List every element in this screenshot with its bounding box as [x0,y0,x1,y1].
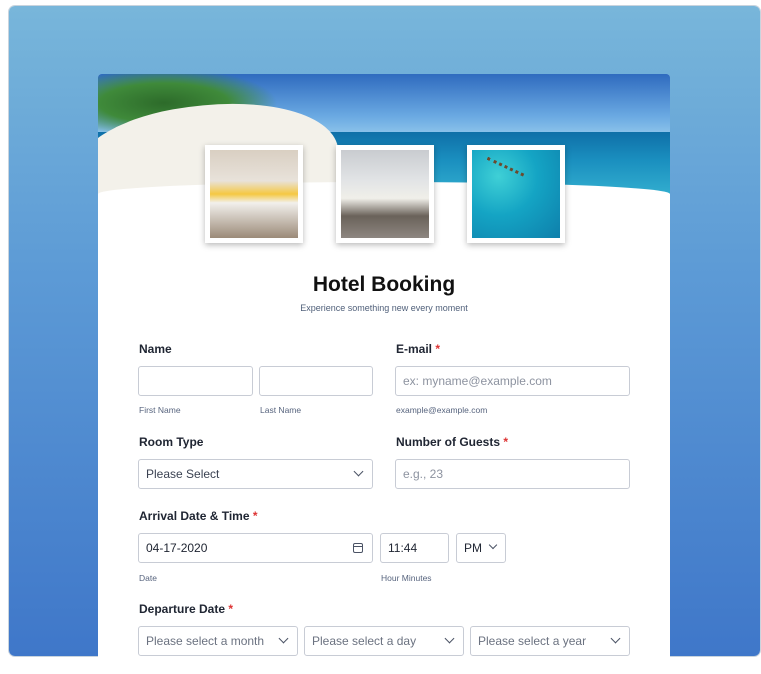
last-name-input[interactable] [259,366,373,396]
arrival-time-input[interactable]: 11:44 [380,533,449,563]
form-subtitle: Experience something new every moment [300,303,468,313]
chevron-down-icon [278,633,289,644]
last-name-sublabel: Last Name [260,405,302,415]
first-name-input[interactable] [138,366,253,396]
chevron-down-icon [488,540,498,550]
email-input[interactable]: ex: myname@example.com [395,366,630,396]
departure-day-select[interactable]: Please select a day [304,626,464,656]
name-label: Name [139,342,172,356]
hotel-room-photo [336,145,434,243]
chevron-down-icon [353,466,364,477]
chevron-down-icon [444,633,455,644]
ampm-select[interactable]: PM [456,533,506,563]
calendar-icon[interactable] [353,543,363,553]
booking-form-card: Hotel Booking Experience something new e… [98,74,670,674]
bedroom-photo [205,145,303,243]
departure-year-select[interactable]: Please select a year [470,626,630,656]
departure-month-select[interactable]: Please select a month [138,626,298,656]
first-name-sublabel: First Name [139,405,181,415]
arrival-label: Arrival Date & Time * [139,509,258,523]
guests-input[interactable]: e.g., 23 [395,459,630,489]
arrival-time-sublabel: Hour Minutes [381,573,432,583]
guests-label: Number of Guests * [396,435,509,449]
chevron-down-icon [610,633,621,644]
email-sublabel: example@example.com [396,405,488,415]
room-type-label: Room Type [139,435,204,449]
overwater-bungalows-photo [467,145,565,243]
arrival-date-input[interactable]: 04-17-2020 [138,533,373,563]
departure-label: Departure Date * [139,602,234,616]
room-type-select[interactable]: Please Select [138,459,373,489]
arrival-date-sublabel: Date [139,573,157,583]
email-label: E-mail * [396,342,441,356]
form-title: Hotel Booking [312,273,456,296]
